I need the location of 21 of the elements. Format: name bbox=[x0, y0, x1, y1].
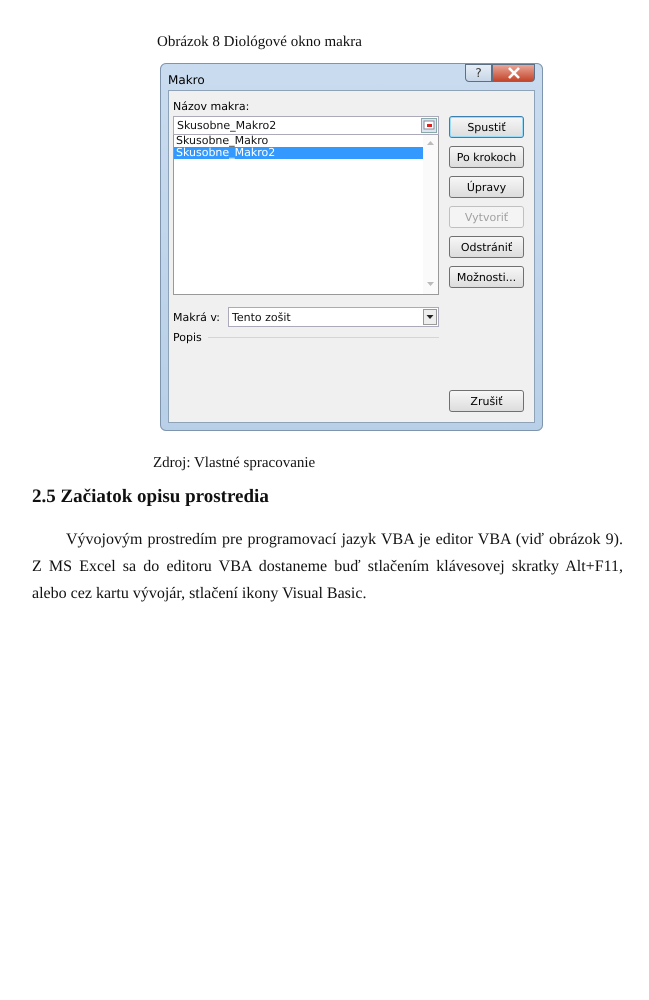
collapse-dialog-icon[interactable] bbox=[421, 118, 437, 133]
close-button[interactable] bbox=[492, 64, 535, 82]
description-label: Popis bbox=[173, 331, 202, 344]
cancel-button[interactable]: Zrušiť bbox=[449, 390, 524, 412]
macro-name-label: Názov makra: bbox=[173, 100, 250, 113]
macros-in-label: Makrá v: bbox=[173, 310, 220, 324]
dialog-button[interactable]: Spustiť bbox=[449, 116, 524, 138]
figure-source: Zdroj: Vlastné spracovanie bbox=[153, 455, 316, 472]
macro-name-field[interactable]: Skusobne_Makro2 bbox=[173, 116, 439, 135]
close-icon bbox=[506, 67, 520, 79]
figure-caption: Obrázok 8 Diológové okno makra bbox=[157, 34, 363, 51]
dialog-button[interactable]: Po krokoch bbox=[449, 146, 524, 168]
section-heading: 2.5 Začiatok opisu prostredia bbox=[32, 486, 270, 508]
dialog-button[interactable]: Úpravy bbox=[449, 176, 524, 198]
help-button[interactable]: ? bbox=[465, 64, 492, 82]
macro-list-item[interactable]: Skusobne_Makro bbox=[174, 135, 423, 147]
dialog-button[interactable]: Možnosti... bbox=[449, 266, 524, 288]
dialog-button[interactable]: Odstrániť bbox=[449, 236, 524, 258]
body-paragraph: Vývojovým prostredím pre programovací jazyk VBA je editor VBA (viď obrázok 9). Z MS Excel sa do editoru VBA dostaneme buď stlačením klávesovej skratky Alt+F11, alebo cez kartu vývojár, stlačení ikony Visual Basic. bbox=[32, 530, 623, 604]
window-title: Makro bbox=[168, 73, 205, 87]
macros-in-dropdown[interactable]: Tento zošit bbox=[228, 307, 439, 327]
